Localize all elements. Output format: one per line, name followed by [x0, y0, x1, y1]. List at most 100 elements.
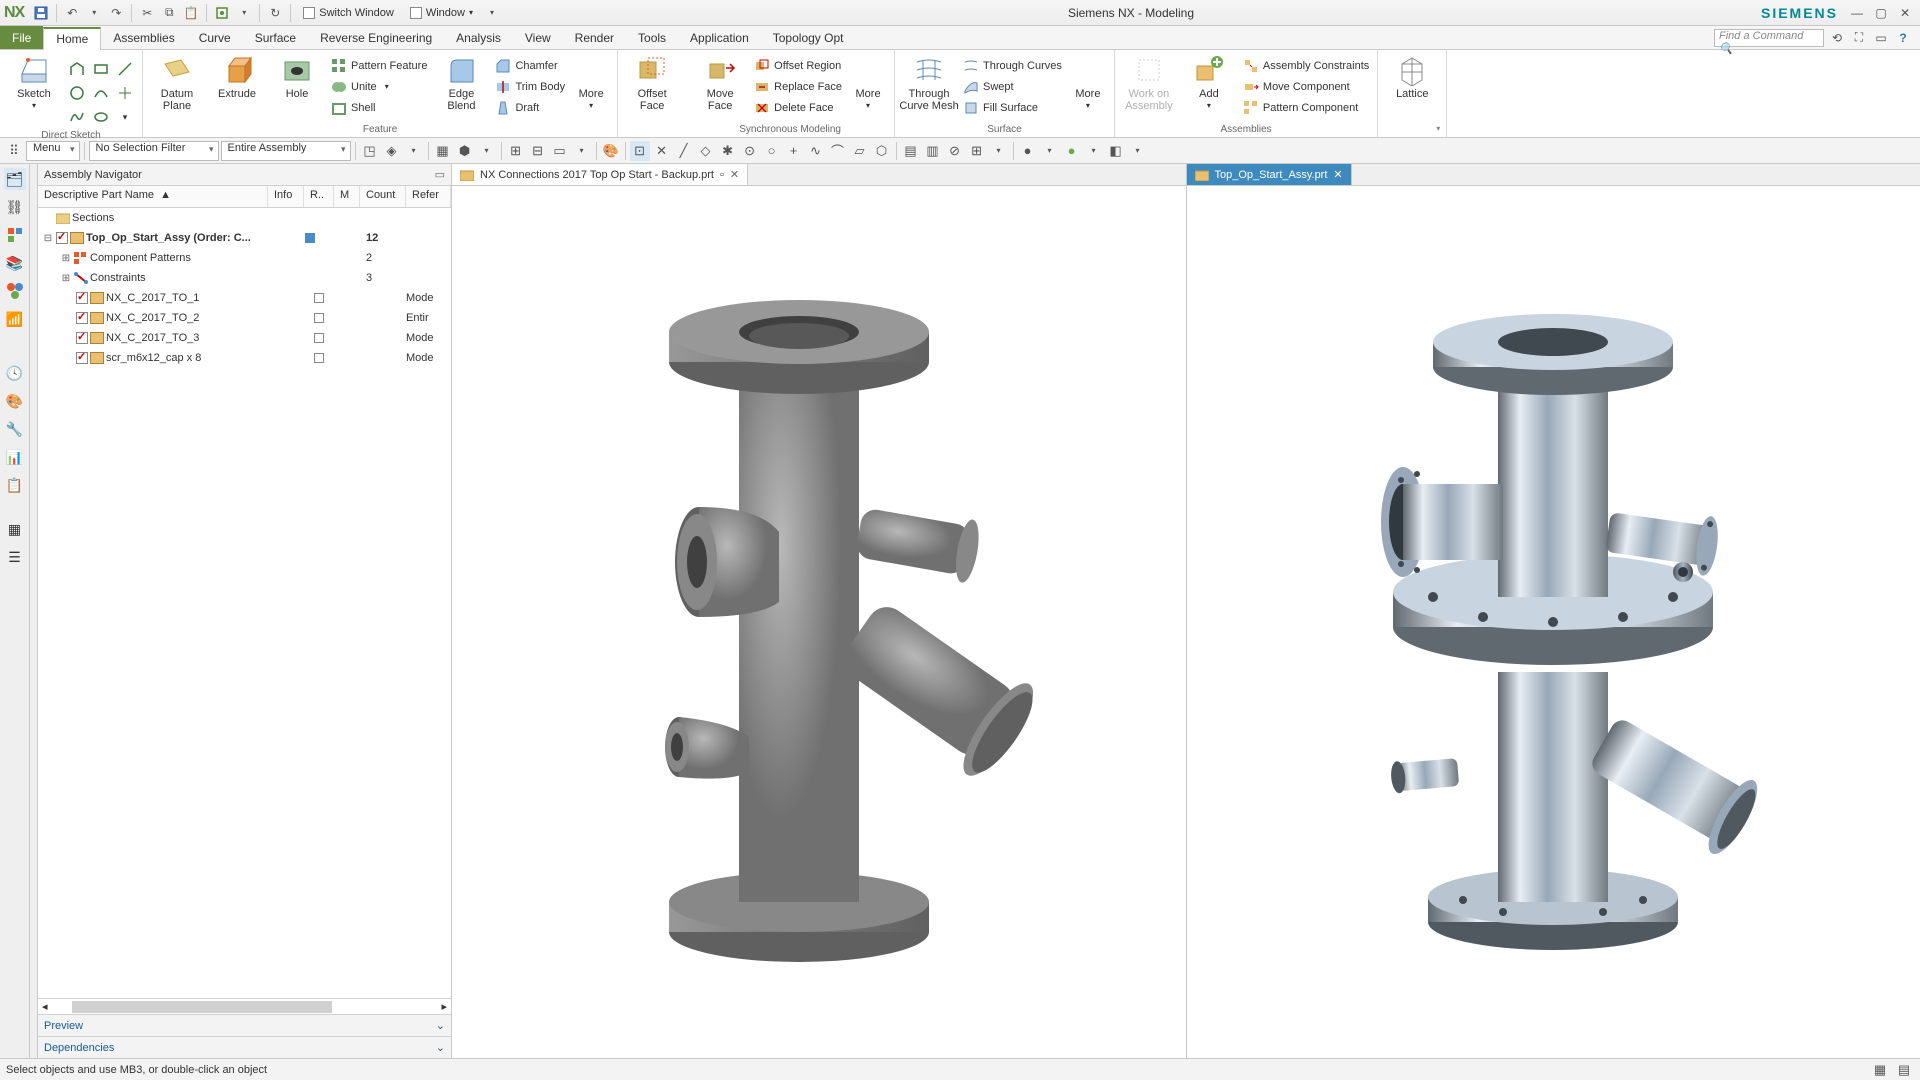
snap-ctrl-icon[interactable]: ◇ — [696, 141, 716, 161]
through-curves-button[interactable]: Through Curves — [961, 56, 1064, 75]
col-name[interactable]: Descriptive Part Name ▲ — [38, 186, 268, 207]
tab-analysis[interactable]: Analysis — [444, 26, 513, 49]
work-on-assembly-button[interactable]: Work on Assembly — [1121, 52, 1177, 114]
sel-ico-9[interactable]: ▭ — [550, 141, 570, 161]
draft-button[interactable]: Draft — [493, 98, 567, 117]
snap-group-icon[interactable]: ⊡ — [630, 141, 650, 161]
chamfer-button[interactable]: Chamfer — [493, 56, 567, 75]
profile-icon[interactable] — [66, 58, 88, 80]
preview-section[interactable]: Preview⌄ — [38, 1014, 451, 1036]
tree-row-part-2[interactable]: NX_C_2017_TO_2 Entir — [38, 308, 451, 328]
tree-row-patterns[interactable]: ⊞Component Patterns 2 — [38, 248, 451, 268]
selection-scope-dropdown[interactable]: Entire Assembly — [221, 141, 351, 161]
sel-ico-7[interactable]: ⊞ — [506, 141, 526, 161]
part-nav-icon[interactable] — [4, 224, 26, 246]
view-ico-4[interactable]: ⊞ — [967, 141, 987, 161]
view-more-dd-icon[interactable]: ▾ — [1128, 141, 1148, 161]
view-more-icon[interactable]: ◧ — [1106, 141, 1126, 161]
close-tab-icon[interactable]: ✕ — [730, 168, 739, 181]
restore-button[interactable]: ▢ — [1872, 6, 1890, 20]
move-face-button[interactable]: Move Face — [692, 52, 748, 114]
shade-dd-icon[interactable]: ▾ — [1040, 141, 1060, 161]
tabs-icon[interactable]: ▦ — [4, 518, 26, 540]
sel-ico-1[interactable]: ◳ — [360, 141, 380, 161]
snap-face-icon[interactable]: ▱ — [850, 141, 870, 161]
persp-ico[interactable]: ● — [1062, 141, 1082, 161]
touch-dd-icon[interactable]: ▾ — [235, 4, 253, 22]
hole-button[interactable]: Hole — [269, 52, 325, 102]
col-count[interactable]: Count — [360, 186, 406, 207]
offset-region-button[interactable]: Offset Region — [752, 56, 844, 75]
snap-quad-icon[interactable]: ○ — [762, 141, 782, 161]
sel-ico-4[interactable]: ▦ — [433, 141, 453, 161]
col-m[interactable]: M — [334, 186, 360, 207]
rectangle-icon[interactable] — [90, 58, 112, 80]
snap-center-icon[interactable]: ⊙ — [740, 141, 760, 161]
close-tab-icon[interactable]: ✕ — [1333, 168, 1342, 181]
sketch-button[interactable]: Sketch ▾ — [6, 52, 62, 114]
snap-end-icon[interactable]: ✕ — [652, 141, 672, 161]
feature-more-button[interactable]: More▾ — [571, 52, 611, 114]
tree-row-top-assy[interactable]: ⊟Top_Op_Start_Assy (Order: C... 12 — [38, 228, 451, 248]
persp-dd-icon[interactable]: ▾ — [1084, 141, 1104, 161]
circle-icon[interactable] — [66, 82, 88, 104]
roles-icon[interactable]: 🎨 — [4, 390, 26, 412]
tab-home[interactable]: Home — [43, 27, 101, 50]
sel-ico-11[interactable]: 🎨 — [601, 141, 621, 161]
paste-icon[interactable]: 📋 — [182, 4, 200, 22]
tree-row-sections[interactable]: Sections — [38, 208, 451, 228]
sel-ico-3[interactable]: ▾ — [404, 141, 424, 161]
line-icon[interactable] — [114, 58, 136, 80]
col-ref[interactable]: Refer — [406, 186, 451, 207]
constraint-nav-icon[interactable]: ⛓ — [4, 196, 26, 218]
tree-row-part-3[interactable]: NX_C_2017_TO_3 Mode — [38, 328, 451, 348]
status-grid-icon[interactable]: ▦ — [1870, 1060, 1890, 1080]
expand-icon[interactable]: ⊟ — [42, 233, 54, 244]
col-info[interactable]: Info — [268, 186, 304, 207]
view-ico-dd1[interactable]: ▾ — [989, 141, 1009, 161]
reset-icon[interactable]: ⟲ — [1828, 29, 1846, 47]
delete-face-button[interactable]: Delete Face — [752, 98, 844, 117]
more-sketch-icon[interactable]: ▾ — [114, 106, 136, 128]
point-icon[interactable] — [114, 82, 136, 104]
view-ico-2[interactable]: ▥ — [923, 141, 943, 161]
snap-mid-icon[interactable]: ╱ — [674, 141, 694, 161]
pattern-feature-button[interactable]: Pattern Feature — [329, 56, 429, 75]
tab-topology-opt[interactable]: Topology Opt — [761, 26, 856, 49]
surface-more-button[interactable]: More▾ — [1068, 52, 1108, 114]
sel-ico-6[interactable]: ▾ — [477, 141, 497, 161]
shade-ico[interactable]: ● — [1018, 141, 1038, 161]
tab-assemblies[interactable]: Assemblies — [101, 26, 186, 49]
window-button[interactable]: Window▾ — [404, 3, 479, 23]
tab-reverse-engineering[interactable]: Reverse Engineering — [308, 26, 444, 49]
ellipse-icon[interactable] — [90, 106, 112, 128]
switch-window-button[interactable]: Switch Window — [297, 3, 400, 23]
snap-curve-icon[interactable]: ∿ — [806, 141, 826, 161]
history-icon[interactable]: 🕓 — [4, 362, 26, 384]
tab-application[interactable]: Application — [678, 26, 761, 49]
view-ico-3[interactable]: ⊘ — [945, 141, 965, 161]
snap-exist-icon[interactable]: + — [784, 141, 804, 161]
fill-surface-button[interactable]: Fill Surface — [961, 98, 1064, 117]
tab-render[interactable]: Render — [563, 26, 626, 49]
minimize-button[interactable]: — — [1848, 6, 1866, 20]
assembly-constraints-button[interactable]: Assembly Constraints — [1241, 56, 1371, 75]
fullscreen-icon[interactable]: ⛶ — [1850, 29, 1868, 47]
tab-surface[interactable]: Surface — [243, 26, 308, 49]
edge-blend-button[interactable]: Edge Blend — [433, 52, 489, 114]
datum-plane-button[interactable]: Datum Plane — [149, 52, 205, 114]
menu-grip-icon[interactable]: ⠿ — [4, 141, 24, 161]
layers-icon[interactable]: 📋 — [4, 474, 26, 496]
redo-icon[interactable]: ↷ — [107, 4, 125, 22]
undo-dd-icon[interactable]: ▾ — [85, 4, 103, 22]
help-icon[interactable]: ? — [1894, 29, 1912, 47]
viewport-right[interactable] — [1187, 186, 1920, 1058]
sel-ico-10[interactable]: ▾ — [572, 141, 592, 161]
selection-filter-dropdown[interactable]: No Selection Filter — [89, 141, 219, 161]
status-layout-icon[interactable]: ▤ — [1894, 1060, 1914, 1080]
replace-face-button[interactable]: Replace Face — [752, 77, 844, 96]
appearance-icon[interactable] — [4, 280, 26, 302]
offset-face-button[interactable]: Offset Face — [624, 52, 680, 114]
through-curve-mesh-button[interactable]: Through Curve Mesh — [901, 52, 957, 114]
repeat-icon[interactable]: ↻ — [266, 4, 284, 22]
